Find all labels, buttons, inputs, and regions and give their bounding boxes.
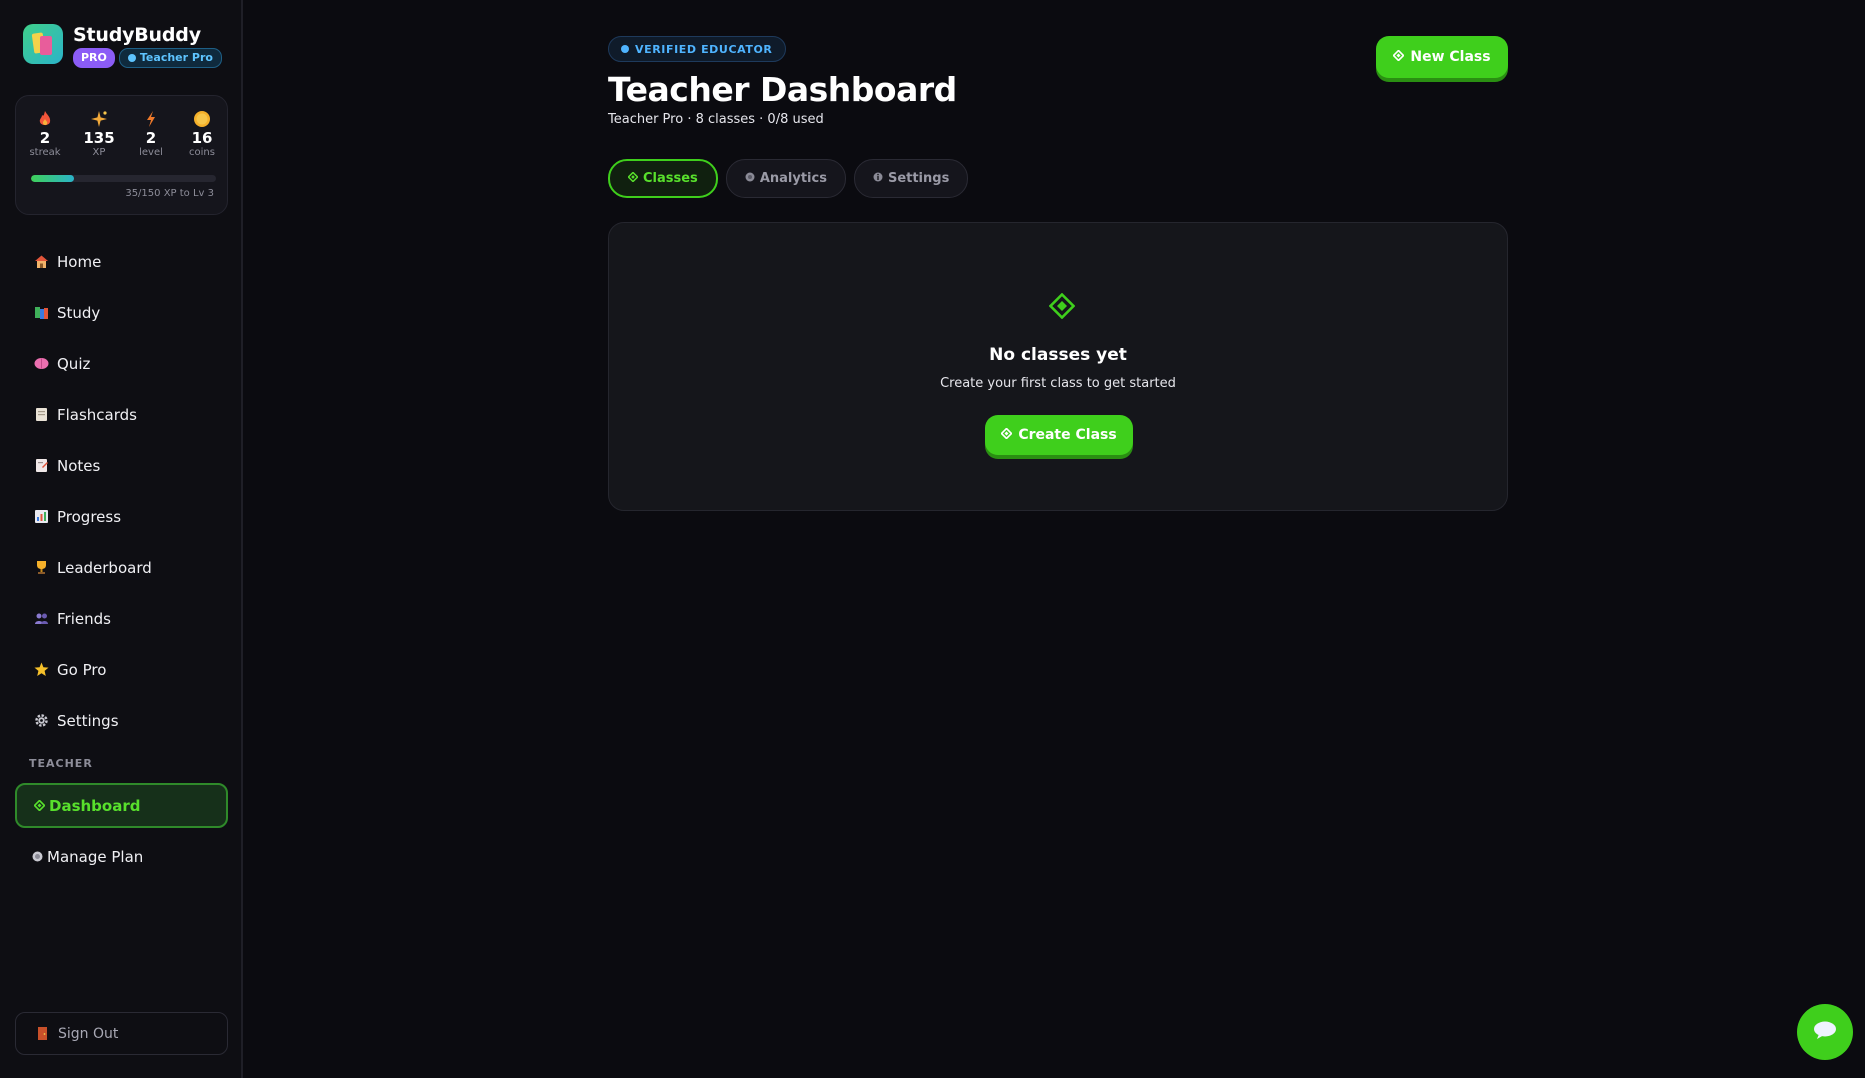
page-title: Teacher Dashboard [608,70,957,109]
circle-icon [31,849,43,865]
diamond-icon [1000,427,1013,443]
gear-icon [33,713,49,729]
verified-educator-badge: VERIFIED EDUCATOR [608,36,786,62]
sidebar-item-study[interactable]: Study [15,290,228,335]
stat-xp: 135 XP [74,110,124,159]
teacher-section-label: TEACHER [29,757,93,770]
flame-icon [20,110,70,130]
xp-progress-bar [31,175,216,182]
pro-badge: PRO [73,48,115,68]
dashboard-tabs: Classes Analytics Settings [608,159,969,198]
create-class-button[interactable]: Create Class [985,415,1133,455]
circle-icon [745,171,755,186]
empty-state-card: No classes yet Create your first class t… [608,222,1508,511]
coin-icon [177,110,227,130]
tab-analytics[interactable]: Analytics [725,159,846,198]
sidebar-item-friends[interactable]: Friends [15,596,228,641]
page-subtitle: Teacher Pro · 8 classes · 0/8 used [608,112,824,127]
diamond-icon [33,798,45,814]
stats-card: 2 streak 135 XP 2 level 16 coins 35/150 … [15,95,228,215]
sidebar-item-settings[interactable]: Settings [15,698,228,743]
sidebar-item-flashcards[interactable]: Flashcards [15,392,228,437]
chat-bubble-icon [1813,1020,1837,1044]
tab-classes[interactable]: Classes [608,159,718,198]
tab-settings[interactable]: Settings [853,159,969,198]
door-icon [34,1026,50,1042]
xp-progress-fill [31,175,75,182]
sidebar-item-progress[interactable]: Progress [15,494,228,539]
stat-coins: 16 coins [177,110,227,159]
teacher-pro-badge: Teacher Pro [118,48,222,68]
stat-level: 2 level [126,110,176,159]
trophy-icon [33,560,49,576]
xp-progress-text: 35/150 XP to Lv 3 [125,188,214,199]
teacher-nav: Dashboard Manage Plan [15,783,228,885]
lightning-icon [126,110,176,130]
books-icon [33,305,49,321]
chart-icon [33,509,49,525]
sign-out-button[interactable]: Sign Out [15,1012,228,1055]
sidebar-item-notes[interactable]: Notes [15,443,228,488]
brand-name: StudyBuddy [73,24,201,46]
app-logo-icon [23,24,63,64]
sparkle-icon [74,110,124,130]
diamond-icon [1392,49,1406,65]
sidebar-item-dashboard[interactable]: Dashboard [15,783,228,828]
brain-icon [33,356,49,372]
brand[interactable]: StudyBuddy PRO Teacher Pro [23,24,222,68]
card-icon [33,407,49,423]
empty-state-text: Create your first class to get started [940,376,1176,391]
people-icon [33,611,49,627]
info-icon [873,171,883,186]
stat-streak: 2 streak [20,110,70,159]
main-nav: Home Study Quiz Flashcards Notes Progres… [15,239,228,749]
sidebar: StudyBuddy PRO Teacher Pro 2 streak 135 … [0,0,243,1078]
dot-icon [621,45,629,53]
sidebar-item-go-pro[interactable]: Go Pro [15,647,228,692]
note-icon [33,458,49,474]
sidebar-item-leaderboard[interactable]: Leaderboard [15,545,228,590]
house-icon [33,254,49,270]
diamond-icon [627,171,639,186]
sidebar-item-home[interactable]: Home [15,239,228,284]
new-class-button[interactable]: New Class [1376,36,1508,78]
diamond-icon [1048,292,1076,320]
star-icon [33,662,49,678]
dot-icon [127,54,136,62]
sidebar-item-manage-plan[interactable]: Manage Plan [15,834,228,879]
sidebar-item-quiz[interactable]: Quiz [15,341,228,386]
empty-state-title: No classes yet [989,345,1127,365]
chat-button[interactable] [1797,1004,1853,1060]
